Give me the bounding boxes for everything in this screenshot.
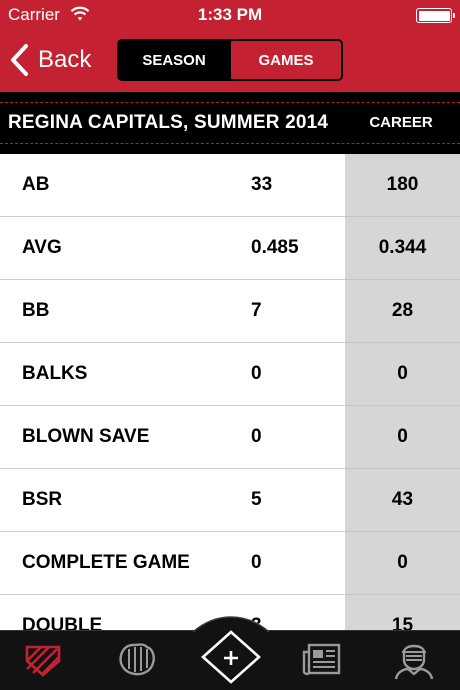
stat-name: BSR	[22, 489, 63, 510]
add-diamond-icon	[192, 616, 270, 690]
stat-name: COMPLETE GAME	[22, 552, 190, 573]
stat-season-value: 7	[251, 300, 262, 321]
back-button[interactable]: Back	[8, 42, 91, 78]
chevron-left-icon	[8, 42, 34, 78]
stat-row: BALKS 0 0	[0, 343, 460, 406]
back-label: Back	[38, 46, 92, 73]
stat-career-value: 0.344	[378, 237, 427, 258]
stat-season-value: 0	[251, 426, 262, 447]
tab-umpire[interactable]	[390, 637, 438, 681]
stat-season-value: 5	[251, 489, 262, 510]
navigation-bar: Back SEASON GAMES	[0, 30, 460, 92]
baseball-glove-icon	[119, 643, 155, 676]
stat-row: BB 7 28	[0, 280, 460, 343]
stat-season-value: 33	[251, 174, 273, 195]
newspaper-icon	[302, 643, 341, 676]
stat-name: AVG	[22, 237, 62, 258]
team-season-title: REGINA CAPITALS, SUMMER 2014	[8, 112, 329, 133]
segment-games[interactable]: GAMES	[229, 41, 341, 79]
stat-list[interactable]: AB 33 180 AVG 0.485 0.344 BB 7 28 BALKS …	[0, 154, 460, 630]
stat-name: AB	[22, 174, 50, 195]
stat-career-value: 43	[391, 489, 414, 510]
stitch-divider	[0, 143, 460, 144]
stat-row: BSR 5 43	[0, 469, 460, 532]
stat-career-value: 180	[386, 174, 419, 195]
stat-row: BLOWN SAVE 0 0	[0, 406, 460, 469]
stat-name: BLOWN SAVE	[22, 426, 150, 447]
stat-career-value: 0	[397, 426, 408, 447]
status-bar: Carrier 1:33 PM	[0, 0, 460, 30]
tab-news[interactable]	[298, 637, 346, 681]
stat-row: COMPLETE GAME 0 0	[0, 532, 460, 595]
stat-row: AB 33 180	[0, 154, 460, 217]
stat-season-value: 0	[251, 552, 262, 573]
tab-add-game[interactable]	[190, 610, 272, 690]
stat-career-value: 0	[397, 552, 408, 573]
team-season-header: REGINA CAPITALS, SUMMER 2014 CAREER	[0, 92, 460, 154]
status-time: 1:33 PM	[197, 5, 263, 24]
stat-career-value: 0	[397, 363, 408, 384]
stat-career-value: 28	[391, 300, 414, 321]
stat-season-value: 0	[251, 363, 262, 384]
stat-season-value: 0.485	[251, 237, 299, 258]
stat-name: BALKS	[22, 363, 88, 384]
stat-name: BB	[22, 300, 50, 321]
stat-career-value: 15	[391, 615, 414, 630]
stitch-divider	[0, 102, 460, 103]
season-games-segmented-control: SEASON GAMES	[117, 39, 343, 81]
career-column-heading: CAREER	[369, 114, 433, 131]
home-plate-icon	[25, 645, 61, 677]
umpire-icon	[394, 644, 434, 680]
stat-name: DOUBLE	[22, 615, 103, 630]
tab-glove[interactable]	[113, 637, 161, 681]
battery-icon	[416, 8, 455, 23]
tab-home-plate[interactable]	[19, 637, 67, 681]
stat-row: AVG 0.485 0.344	[0, 217, 460, 280]
segment-season[interactable]: SEASON	[119, 41, 229, 79]
